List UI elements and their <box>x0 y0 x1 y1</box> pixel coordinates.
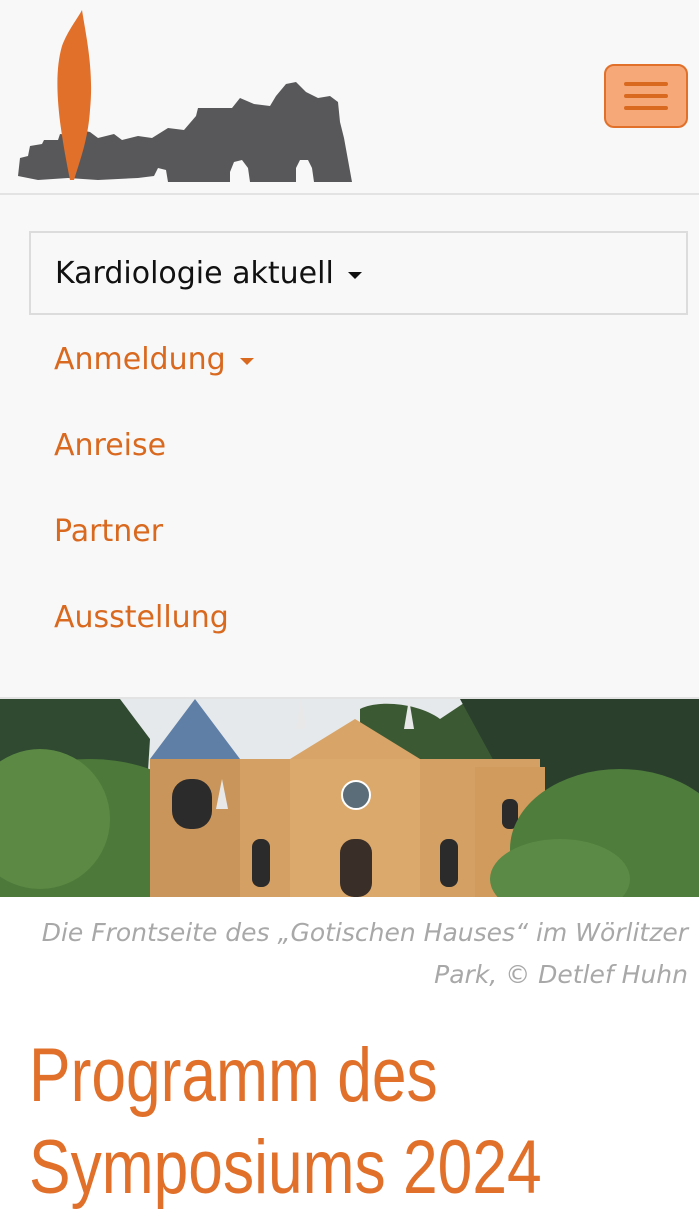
nav-item-label: Partner <box>54 513 164 549</box>
hamburger-bar <box>624 82 668 86</box>
nav-item-anreise[interactable]: Anreise <box>54 423 166 467</box>
nav-item-label: Anmeldung <box>54 341 226 377</box>
site-header <box>0 0 699 195</box>
nav-item-label: Anreise <box>54 427 167 463</box>
nav-item-ausstellung[interactable]: Ausstellung <box>54 595 229 639</box>
cypress-ruin-logo-icon[interactable] <box>18 10 354 186</box>
main-navigation: Kardiologie aktuell Anmeldung Anreise Pa… <box>0 195 699 699</box>
hero-caption: Die Frontseite des „Gotischen Hauses“ im… <box>41 918 688 989</box>
nav-item-partner[interactable]: Partner <box>54 509 163 553</box>
hero-image <box>0 699 699 897</box>
nav-item-anmeldung[interactable]: Anmeldung <box>54 337 254 381</box>
nav-item-label: Ausstellung <box>54 599 229 635</box>
gothic-house-photo <box>0 699 699 897</box>
page-title: Programm des Symposiums 2024 <box>29 1033 542 1210</box>
nav-item-label: Kardiologie aktuell <box>55 255 334 291</box>
caret-down-icon <box>239 357 254 365</box>
caret-down-icon <box>347 271 362 279</box>
hamburger-bar <box>624 106 668 110</box>
hamburger-bar <box>624 94 668 98</box>
nav-item-kardiologie-aktuell[interactable]: Kardiologie aktuell <box>29 231 688 315</box>
hamburger-menu-button[interactable] <box>604 64 688 128</box>
